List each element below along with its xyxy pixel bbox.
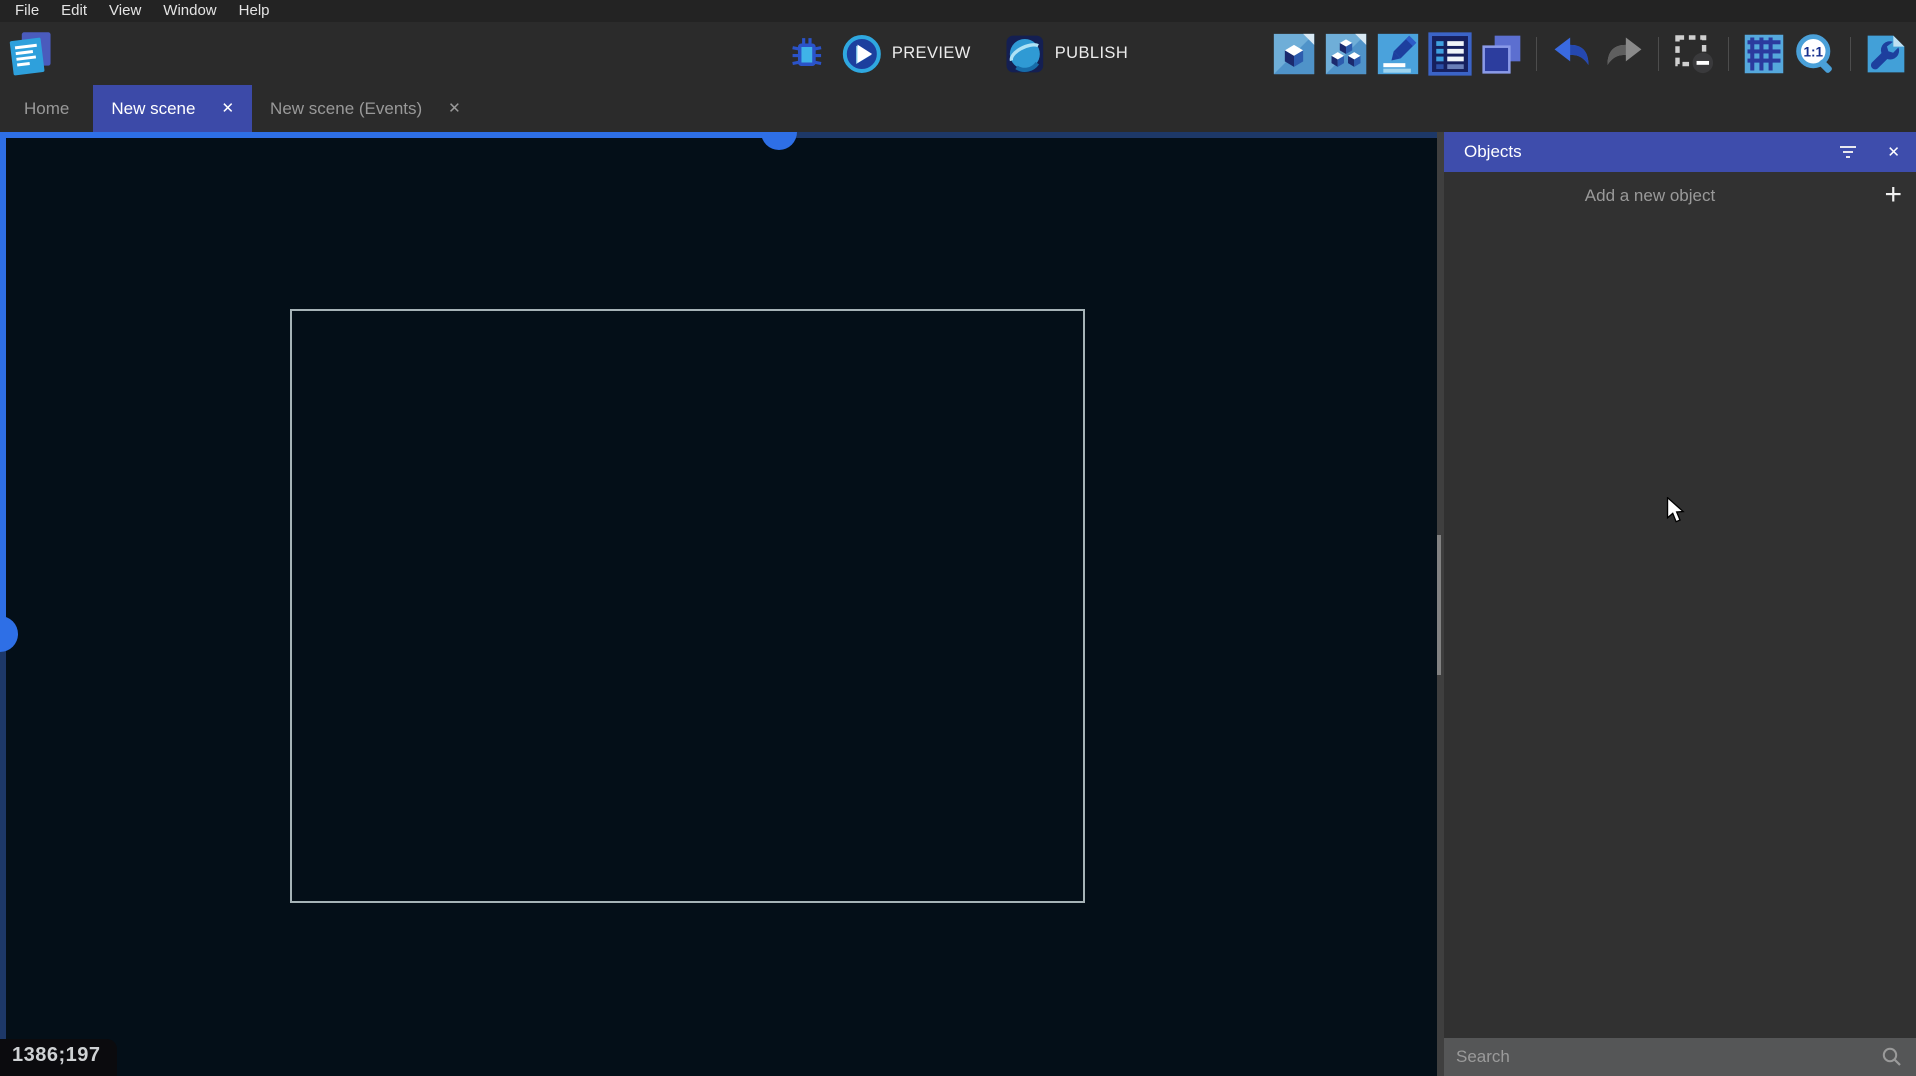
grid-icon [1742,32,1786,76]
layers-editor-button[interactable] [1479,31,1524,76]
scene-settings-button[interactable] [1863,31,1908,76]
undo-icon [1550,32,1594,76]
properties-button[interactable] [1375,31,1420,76]
add-new-object-row[interactable]: Add a new object + [1444,172,1916,220]
game-resolution-frame [290,309,1085,903]
debug-bug-icon [788,35,826,73]
toolbar-separator [1536,37,1537,71]
svg-text:1:1: 1:1 [1803,44,1823,59]
project-manager-icon [9,30,53,76]
properties-pencil-icon [1376,32,1420,76]
search-icon [1880,1045,1904,1069]
scene-editor-canvas[interactable]: 1386;197 [0,132,1437,1076]
publish-globe-icon [1005,34,1045,74]
mouse-cursor [1664,497,1688,523]
preview-label: PREVIEW [892,44,971,63]
project-manager-button[interactable] [8,30,54,76]
toolbar-separator [1850,37,1851,71]
close-tab-icon[interactable]: ✕ [221,101,234,116]
deselect-all-button[interactable] [1671,31,1716,76]
undo-button[interactable] [1549,31,1594,76]
object-groups-icon [1324,32,1368,76]
horizontal-scroll-thumb[interactable] [761,132,797,150]
instances-list-icon [1428,32,1472,76]
zoom-1-1-icon: 1:1 [1794,32,1838,76]
add-new-object-label: Add a new object [1444,172,1856,220]
vertical-scroll-thumb[interactable] [0,616,18,652]
publish-button[interactable]: PUBLISH [1005,30,1128,78]
layers-icon [1480,32,1524,76]
close-tab-icon[interactable]: ✕ [448,101,461,116]
tab-home-label: Home [24,99,69,119]
tab-new-scene[interactable]: New scene ✕ [93,85,252,132]
scene-settings-wrench-icon [1864,32,1908,76]
objects-editor-button[interactable] [1271,31,1316,76]
instances-list-button[interactable] [1427,31,1472,76]
object-groups-button[interactable] [1323,31,1368,76]
objects-icon [1272,32,1316,76]
tab-new-scene-events[interactable]: New scene (Events) ✕ [252,85,479,132]
cursor-coordinates-readout: 1386;197 [0,1039,117,1076]
preview-button[interactable]: PREVIEW [842,30,971,78]
filter-icon[interactable] [1839,146,1857,158]
menu-item-edit[interactable]: Edit [50,0,98,22]
preview-play-icon [842,34,882,74]
toolbar-center-group: PREVIEW PUBLISH [788,22,1128,85]
horizontal-scrollbar[interactable] [779,132,1437,138]
objects-panel-title: Objects [1464,142,1839,162]
tab-new-scene-label: New scene [111,99,195,119]
tab-home[interactable]: Home [0,85,93,132]
editor-tab-bar: Home New scene ✕ New scene (Events) ✕ [0,85,1916,132]
deselect-icon [1672,32,1716,76]
toolbar-separator [1658,37,1659,71]
toolbar-separator [1728,37,1729,71]
toggle-grid-button[interactable] [1741,31,1786,76]
objects-panel: Objects ✕ Add a new object + [1444,132,1916,1076]
objects-panel-header: Objects ✕ [1444,132,1916,172]
main-toolbar: PREVIEW PUBLISH [0,22,1916,85]
objects-search-bar [1444,1038,1916,1076]
plus-icon[interactable]: + [1884,180,1902,210]
redo-button[interactable] [1601,31,1646,76]
close-panel-icon[interactable]: ✕ [1887,143,1900,161]
menu-item-help[interactable]: Help [228,0,281,22]
menu-item-view[interactable]: View [98,0,152,22]
objects-list-empty-area [1444,220,1916,1038]
vertical-scrollbar[interactable] [0,633,6,1076]
app-window: File Edit View Window Help [0,0,1916,1076]
toolbar-right-group: 1:1 [1271,22,1908,85]
tab-new-scene-events-label: New scene (Events) [270,99,422,119]
canvas-right-scroll-thumb[interactable] [1437,535,1441,675]
panel-resize-divider[interactable] [1437,132,1444,1076]
zoom-one-to-one-button[interactable]: 1:1 [1793,31,1838,76]
menu-item-file[interactable]: File [4,0,50,22]
debug-button[interactable] [788,30,826,78]
search-input[interactable] [1456,1047,1880,1067]
publish-label: PUBLISH [1055,44,1128,63]
redo-icon [1602,32,1646,76]
menu-bar: File Edit View Window Help [0,0,1916,22]
horizontal-scrollbar[interactable] [0,132,779,138]
menu-item-window[interactable]: Window [152,0,227,22]
vertical-scrollbar[interactable] [0,132,6,633]
